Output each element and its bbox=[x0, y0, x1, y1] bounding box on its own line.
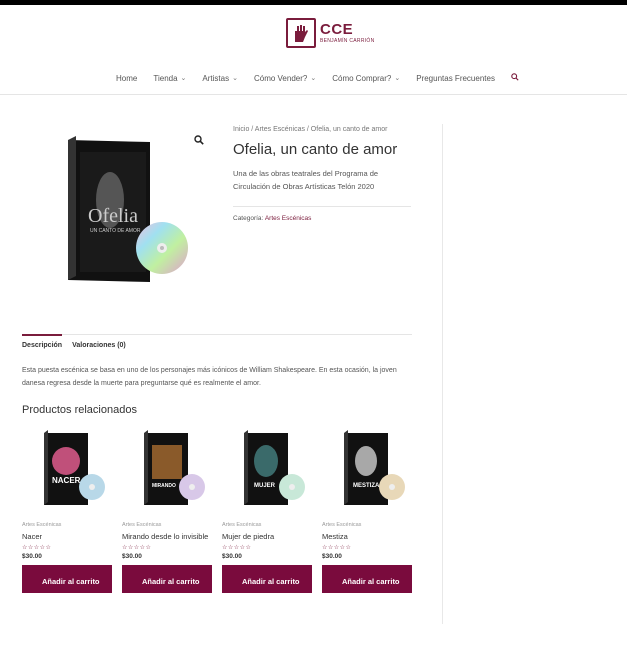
product-card-name[interactable]: Mujer de piedra bbox=[222, 532, 312, 541]
product-card-category[interactable]: Artes Escénicas bbox=[22, 522, 112, 528]
logo-subtitle: BENJAMÍN CARRIÓN bbox=[320, 38, 375, 44]
nav-label: Artistas bbox=[202, 73, 230, 83]
top-bar bbox=[0, 0, 627, 5]
nav-label: Tienda bbox=[153, 73, 178, 83]
tab-descripcion[interactable]: Descripción bbox=[22, 334, 63, 349]
product-card-category[interactable]: Artes Escénicas bbox=[322, 522, 412, 528]
product-card-price: $30.00 bbox=[122, 553, 142, 560]
breadcrumb[interactable]: Inicio / Artes Escénicas / Ofelia, un ca… bbox=[233, 126, 411, 133]
product-tabs: Descripción Valoraciones (0) bbox=[22, 334, 412, 349]
product-card-price: $30.00 bbox=[22, 553, 42, 560]
nav-label: Home bbox=[116, 73, 138, 83]
product-category: Categoría: Artes Escénicas bbox=[233, 215, 411, 222]
chevron-down-icon: ⌄ bbox=[180, 75, 187, 82]
product-card-name[interactable]: Mestiza bbox=[322, 532, 412, 541]
zoom-icon[interactable] bbox=[194, 135, 204, 148]
star-rating-icon: ☆☆☆☆☆ bbox=[22, 545, 52, 551]
tab-valoraciones[interactable]: Valoraciones (0) bbox=[72, 335, 126, 349]
product-card: MIRANDO Artes Escénicas Mirando desde lo… bbox=[122, 423, 212, 593]
product-card-image[interactable]: MUJER bbox=[222, 423, 312, 515]
search-icon[interactable] bbox=[503, 73, 519, 83]
add-to-cart-button[interactable]: Añadir al carrito bbox=[322, 565, 412, 593]
cover-subtitle: UN CANTO DE AMOR bbox=[90, 228, 141, 234]
add-to-cart-button[interactable]: Añadir al carrito bbox=[122, 565, 212, 593]
nav-item-preguntas[interactable]: Preguntas Frecuentes bbox=[408, 73, 503, 83]
logo-title: CCE bbox=[320, 21, 354, 38]
star-rating-icon: ☆☆☆☆☆ bbox=[322, 545, 352, 551]
product-card-name[interactable]: Mirando desde lo invisible bbox=[122, 532, 212, 541]
product-card-name[interactable]: Nacer bbox=[22, 532, 112, 541]
nav-item-tienda[interactable]: Tienda ⌄ bbox=[145, 73, 194, 83]
cover-text: MIRANDO bbox=[152, 483, 176, 489]
product-card-category[interactable]: Artes Escénicas bbox=[222, 522, 312, 528]
nav-label: Cómo Comprar? bbox=[332, 73, 392, 83]
category-link[interactable]: Artes Escénicas bbox=[265, 215, 312, 222]
main-nav: Home Tienda ⌄ Artistas ⌄ Cómo Vender? ⌄ Cóm… bbox=[0, 73, 627, 83]
product-title: Ofelia, un canto de amor bbox=[233, 141, 398, 158]
header-divider bbox=[0, 94, 627, 95]
hand-logo-icon bbox=[286, 18, 316, 48]
nav-label: Preguntas Frecuentes bbox=[416, 73, 495, 83]
product-card-price: $30.00 bbox=[322, 553, 342, 560]
star-rating-icon: ☆☆☆☆☆ bbox=[222, 545, 252, 551]
chevron-down-icon: ⌄ bbox=[232, 75, 238, 82]
product-card-price: $30.00 bbox=[222, 553, 242, 560]
star-rating-icon: ☆☆☆☆☆ bbox=[122, 545, 152, 551]
product-description: Esta puesta escénica se basa en uno de l… bbox=[22, 367, 397, 387]
chevron-down-icon: ⌄ bbox=[394, 75, 401, 82]
product-card-category[interactable]: Artes Escénicas bbox=[122, 522, 212, 528]
nav-item-home[interactable]: Home bbox=[108, 73, 145, 83]
product-card: MUJER Artes Escénicas Mujer de piedra ☆☆… bbox=[222, 423, 312, 593]
sidebar-divider bbox=[442, 124, 443, 624]
product-card-image[interactable]: NACER bbox=[22, 423, 112, 515]
nav-item-artistas[interactable]: Artistas ⌄ bbox=[194, 73, 246, 83]
product-image[interactable]: Ofelia UN CANTO DE AMOR bbox=[40, 130, 210, 300]
related-products-list: NACER Artes Escénicas Nacer ☆☆☆☆☆ $30.00… bbox=[22, 423, 412, 593]
product-card: NACER Artes Escénicas Nacer ☆☆☆☆☆ $30.00… bbox=[22, 423, 112, 593]
nav-item-como-comprar[interactable]: Cómo Comprar? ⌄ bbox=[324, 73, 408, 83]
nav-item-como-vender[interactable]: Cómo Vender? ⌄ bbox=[246, 73, 324, 83]
product-summary: Inicio / Artes Escénicas / Ofelia, un ca… bbox=[233, 126, 411, 222]
product-card: MESTIZA Artes Escénicas Mestiza ☆☆☆☆☆ $3… bbox=[322, 423, 412, 593]
add-to-cart-button[interactable]: Añadir al carrito bbox=[22, 565, 112, 593]
cover-text: NACER bbox=[52, 476, 81, 485]
related-products-title: Productos relacionados bbox=[22, 404, 137, 416]
add-to-cart-button[interactable]: Añadir al carrito bbox=[222, 565, 312, 593]
site-logo[interactable]: CCE BENJAMÍN CARRIÓN bbox=[286, 18, 375, 48]
product-card-image[interactable]: MESTIZA bbox=[322, 423, 412, 515]
product-card-image[interactable]: MIRANDO bbox=[122, 423, 212, 515]
cover-title: Ofelia bbox=[88, 205, 138, 227]
cover-text: MUJER bbox=[254, 483, 276, 489]
cover-text: MESTIZA bbox=[353, 483, 380, 489]
nav-label: Cómo Vender? bbox=[253, 73, 308, 83]
short-description: Una de las obras teatrales del Programa … bbox=[233, 169, 379, 191]
category-label: Categoría: bbox=[233, 215, 264, 222]
chevron-down-icon: ⌄ bbox=[310, 75, 317, 82]
summary-divider bbox=[233, 206, 411, 207]
